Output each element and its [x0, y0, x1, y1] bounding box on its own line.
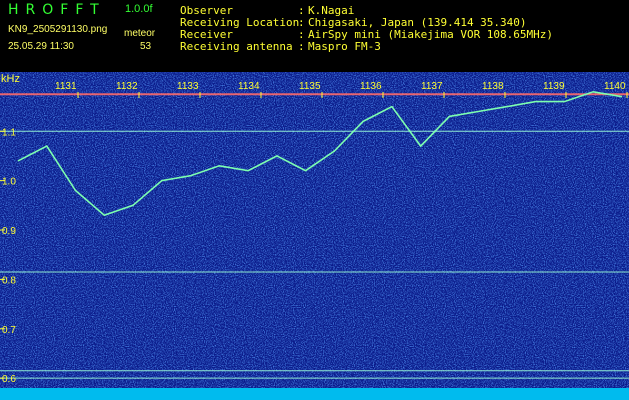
x-tick-label: 1140: [604, 81, 626, 92]
y-tick-label: 0.6: [2, 374, 16, 385]
field-value-antenna: Maspro FM-3: [308, 40, 381, 53]
x-tick-label: 1131: [55, 81, 77, 92]
x-tick-label: 1135: [299, 81, 321, 92]
filename-label: KN9_2505291130.png: [8, 24, 108, 35]
x-tick-label: 1133: [177, 81, 199, 92]
y-tick-label: 1.1: [2, 127, 16, 138]
y-axis-unit: kHz: [1, 73, 20, 85]
spectrogram-bottom-band: [0, 388, 629, 400]
meteor-label: meteor: [124, 28, 156, 39]
x-tick-label: 1132: [116, 81, 138, 92]
header-panel: HROFFT 1.0.0f KN9_2505291130.png 25.05.2…: [0, 0, 629, 72]
app-logo: HROFFT: [8, 2, 106, 18]
meteor-count: 53: [140, 41, 152, 52]
y-tick-label: 1.0: [2, 177, 16, 188]
field-label-antenna: Receiving antenna: [180, 40, 293, 53]
y-tick-label: 0.7: [2, 325, 16, 336]
y-tick-label: 0.8: [2, 275, 16, 286]
x-tick-label: 1139: [543, 81, 565, 92]
field-colon: :: [298, 40, 305, 53]
x-tick-label: 1136: [360, 81, 382, 92]
y-tick-label: 0.9: [2, 226, 16, 237]
spectrogram-noise: [0, 72, 629, 400]
spectrogram-chart: 0.6 0.7 0.8 0.9 1.0 1.1 1131 1132 1133 1134 1135 1…: [0, 72, 629, 400]
version-label: 1.0.0f: [125, 3, 153, 15]
x-tick-label: 1137: [421, 81, 443, 92]
timestamp-label: 25.05.29 11:30: [8, 41, 74, 52]
x-tick-label: 1138: [482, 81, 504, 92]
x-tick-label: 1134: [238, 81, 260, 92]
